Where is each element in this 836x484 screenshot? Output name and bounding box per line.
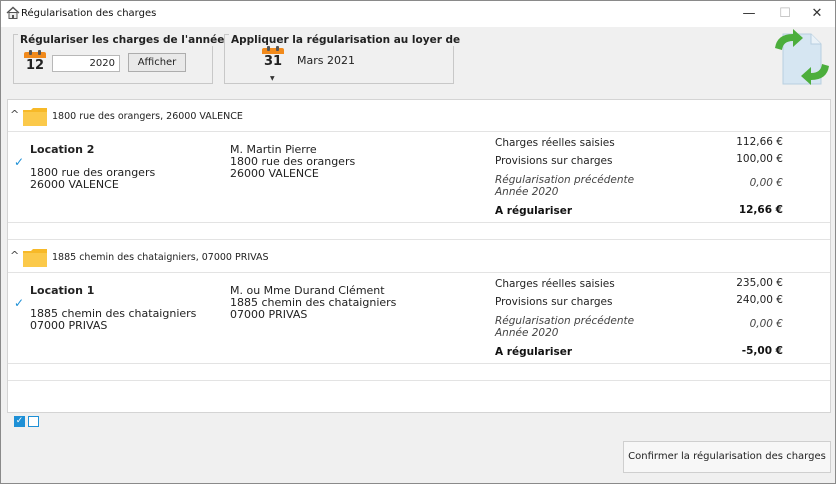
to-regularise-value: 12,66 € bbox=[738, 204, 783, 216]
apply-month-group: Appliquer la régularisation au loyer de … bbox=[224, 34, 463, 84]
previous-regularisation-year: Année 2020 bbox=[495, 327, 559, 339]
location-checkbox[interactable]: ✓ bbox=[14, 296, 24, 310]
real-charges-label: Charges réelles saisies bbox=[495, 278, 615, 290]
collapse-chevron-icon[interactable]: ^ bbox=[10, 249, 19, 262]
year-input[interactable]: 2020 bbox=[52, 55, 120, 72]
row-spacer bbox=[8, 365, 830, 381]
location-row: ✓ Location 1 1885 chemin des chataignier… bbox=[8, 274, 830, 364]
minimize-button[interactable]: — bbox=[729, 1, 769, 27]
check-all-button[interactable]: ✓ bbox=[14, 416, 25, 427]
confirm-regularisation-button[interactable]: Confirmer la régularisation des charges bbox=[623, 441, 831, 473]
location-address-line2: 26000 VALENCE bbox=[30, 178, 119, 191]
provisions-value: 240,00 € bbox=[736, 294, 783, 306]
show-button[interactable]: Afficher bbox=[128, 53, 186, 72]
calendar-day: 31 bbox=[263, 54, 283, 69]
regularisation-window: Régularisation des charges — ☐ ✕ Régular… bbox=[0, 0, 836, 484]
previous-regularisation-value: 0,00 € bbox=[749, 177, 783, 189]
to-regularise-label: A régulariser bbox=[495, 346, 573, 358]
real-charges-value: 112,66 € bbox=[736, 136, 783, 148]
to-regularise-value: -5,00 € bbox=[741, 345, 783, 357]
property-address: 1800 rue des orangers, 26000 VALENCE bbox=[52, 111, 243, 122]
property-address: 1885 chemin des chataigniers, 07000 PRIV… bbox=[52, 252, 269, 263]
apply-group-label: Appliquer la régularisation au loyer de bbox=[229, 34, 463, 46]
year-group: Régulariser les charges de l'année... 12… bbox=[13, 34, 239, 84]
tenant-address-line2: 26000 VALENCE bbox=[230, 167, 319, 180]
previous-regularisation-year: Année 2020 bbox=[495, 186, 559, 198]
previous-regularisation-label: Régularisation précédente bbox=[495, 315, 635, 327]
folder-icon bbox=[23, 249, 47, 267]
collapse-chevron-icon[interactable]: ^ bbox=[10, 108, 19, 121]
close-button[interactable]: ✕ bbox=[797, 1, 836, 27]
uncheck-all-button[interactable] bbox=[28, 416, 39, 427]
folder-icon bbox=[23, 108, 47, 126]
calendar-day: 12 bbox=[25, 58, 45, 73]
house-icon bbox=[6, 6, 20, 19]
tenant-address-line2: 07000 PRIVAS bbox=[230, 308, 308, 321]
location-name: Location 2 bbox=[30, 143, 95, 156]
to-regularise-label: A régulariser bbox=[495, 205, 573, 217]
previous-regularisation-label: Régularisation précédente bbox=[495, 174, 635, 186]
window-title: Régularisation des charges bbox=[21, 8, 157, 19]
real-charges-label: Charges réelles saisies bbox=[495, 137, 615, 149]
location-row: ✓ Location 2 1800 rue des orangers 26000… bbox=[8, 133, 830, 223]
apply-month-value: Mars 2021 bbox=[297, 54, 355, 67]
regularisation-refresh-icon bbox=[775, 29, 829, 85]
location-name: Location 1 bbox=[30, 284, 95, 297]
year-group-label: Régulariser les charges de l'année... bbox=[18, 34, 239, 46]
calendar-icon[interactable]: 31 bbox=[262, 46, 284, 70]
provisions-label: Provisions sur charges bbox=[495, 155, 613, 167]
dropdown-arrow-icon[interactable]: ▼ bbox=[270, 75, 275, 82]
property-header[interactable]: ^ 1800 rue des orangers, 26000 VALENCE bbox=[8, 100, 830, 132]
provisions-label: Provisions sur charges bbox=[495, 296, 613, 308]
calendar-icon[interactable]: 12 bbox=[24, 50, 46, 74]
row-spacer bbox=[8, 224, 830, 240]
provisions-value: 100,00 € bbox=[736, 153, 783, 165]
real-charges-value: 235,00 € bbox=[736, 277, 783, 289]
property-header[interactable]: ^ 1885 chemin des chataigniers, 07000 PR… bbox=[8, 241, 830, 273]
properties-list: ^ 1800 rue des orangers, 26000 VALENCE ✓… bbox=[7, 99, 831, 413]
title-bar: Régularisation des charges — ☐ ✕ bbox=[1, 1, 835, 27]
previous-regularisation-value: 0,00 € bbox=[749, 318, 783, 330]
location-address-line2: 07000 PRIVAS bbox=[30, 319, 108, 332]
location-checkbox[interactable]: ✓ bbox=[14, 155, 24, 169]
